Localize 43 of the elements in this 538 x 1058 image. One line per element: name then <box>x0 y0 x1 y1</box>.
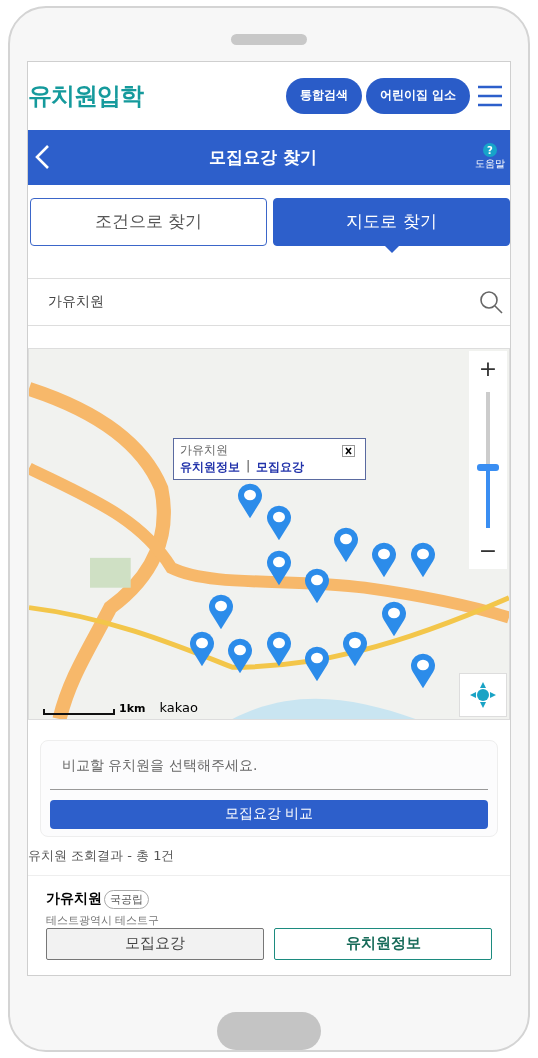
close-icon[interactable] <box>342 444 355 457</box>
kindergarten-name: 가유치원 <box>46 890 102 909</box>
scale-bar <box>43 708 115 715</box>
map-pin-icon[interactable] <box>371 542 398 579</box>
compare-hint: 비교할 유치원을 선택해주세요. <box>62 756 259 775</box>
menu-icon[interactable] <box>476 83 504 108</box>
map-pin-icon[interactable] <box>236 483 263 520</box>
map-pin-icon[interactable] <box>332 527 359 564</box>
map-pin-icon[interactable] <box>304 645 330 682</box>
kindergarten-address: 테스트광역시 테스트구 <box>46 912 161 928</box>
header-button[interactable]: 어린이집 입소 <box>365 77 470 114</box>
link-separator: | <box>246 458 251 475</box>
map-pin-icon[interactable] <box>265 549 292 586</box>
result-button[interactable]: 모집요강 <box>46 927 264 960</box>
result-summary: 유치원 조회결과 - 총 1건 <box>28 836 510 876</box>
popup-link[interactable]: 모집요강 <box>256 458 305 476</box>
search-icon[interactable] <box>478 288 504 315</box>
map-pin-icon[interactable] <box>265 631 292 668</box>
park-area <box>90 557 131 588</box>
crosshair-icon <box>469 680 497 709</box>
help-label[interactable]: 도움말 <box>475 157 505 172</box>
result-button[interactable]: 유치원정보 <box>274 927 492 960</box>
page-title: 모집요강 찾기 <box>208 145 318 169</box>
popup-link[interactable]: 유치원정보 <box>180 458 240 476</box>
map-pin-icon[interactable] <box>265 505 292 542</box>
locate-button[interactable] <box>459 672 507 717</box>
scale-label: 1km <box>119 701 146 715</box>
map-pin-icon[interactable] <box>304 568 330 605</box>
zoom-thumb[interactable] <box>477 463 499 471</box>
header-button[interactable]: 통합검색 <box>285 77 362 114</box>
map-pin-icon[interactable] <box>380 601 407 638</box>
map-view[interactable]: 가유치원 유치원정보 | 모집요강 + − 1km kakao <box>28 347 510 720</box>
popup-title: 가유치원 <box>180 441 229 459</box>
map-pin-icon[interactable] <box>409 653 436 690</box>
search-tab[interactable]: 조건으로 찾기 <box>30 197 267 246</box>
map-pin-icon[interactable] <box>188 631 215 668</box>
tab-pointer <box>383 244 400 253</box>
map-credit: kakao <box>159 699 198 715</box>
map-pin-icon[interactable] <box>409 542 436 579</box>
compare-button[interactable]: 모집요강 비교 <box>50 799 488 829</box>
map-pin-icon[interactable] <box>342 631 369 668</box>
map-pin-icon[interactable] <box>227 638 254 675</box>
map-pin-icon[interactable] <box>208 594 234 631</box>
